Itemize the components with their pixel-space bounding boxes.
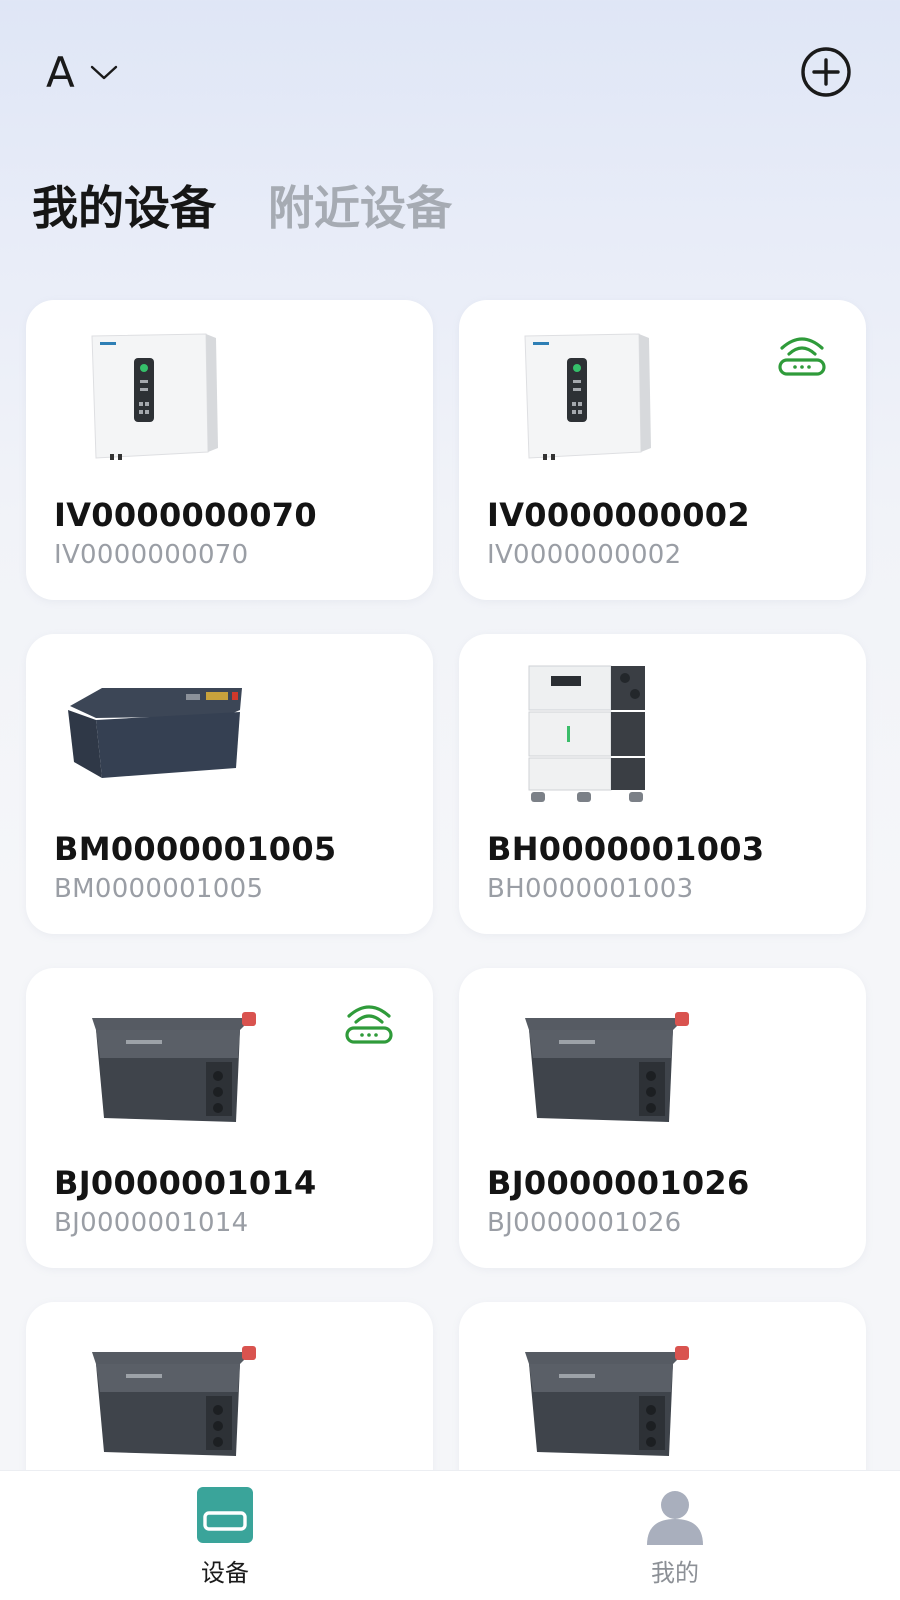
device-serial: IV0000000002 — [487, 540, 682, 570]
device-title: BJ0000001026 — [487, 1164, 750, 1202]
chevron-down-icon — [90, 65, 117, 80]
account-name: A — [46, 47, 75, 97]
device-serial: BH0000001003 — [487, 874, 694, 904]
nav-devices-label: 设备 — [201, 1559, 249, 1587]
device-title: IV0000000070 — [54, 496, 317, 534]
inverter-image — [91, 333, 218, 460]
device-icon — [197, 1487, 253, 1543]
device-tabs: 我的设备 附近设备 — [32, 178, 504, 238]
device-title: BJ0000001014 — [54, 1164, 317, 1202]
device-serial: BJ0000001014 — [54, 1208, 249, 1238]
power-station-image — [525, 1012, 689, 1122]
device-card[interactable]: BJ0000001026 BJ0000001026 — [459, 968, 866, 1268]
nav-mine[interactable]: 我的 — [575, 1471, 775, 1600]
device-card[interactable]: BM0000001005 BM0000001005 — [26, 634, 433, 934]
device-serial: BJ0000001026 — [487, 1208, 682, 1238]
device-serial: BM0000001005 — [54, 874, 264, 904]
power-station-image — [92, 1012, 256, 1122]
device-title: IV0000000002 — [487, 496, 750, 534]
device-card[interactable]: IV0000000002 IV0000000002 — [459, 300, 866, 600]
device-serial: IV0000000070 — [54, 540, 249, 570]
battery-module-image — [68, 688, 242, 778]
wifi-online-icon — [345, 1005, 393, 1044]
account-switcher[interactable]: A — [46, 44, 119, 100]
tab-my-devices[interactable]: 我的设备 — [32, 178, 216, 238]
top-bar: A — [0, 0, 900, 150]
device-title: BH0000001003 — [487, 830, 765, 868]
inverter-image — [524, 333, 651, 460]
battery-stack-image — [528, 665, 645, 802]
power-station-image — [525, 1346, 689, 1456]
tab-nearby-devices[interactable]: 附近设备 — [268, 178, 452, 238]
device-title: BM0000001005 — [54, 830, 337, 868]
user-icon — [647, 1491, 703, 1545]
nav-mine-label: 我的 — [651, 1559, 699, 1587]
nav-devices[interactable]: 设备 — [125, 1471, 325, 1600]
device-card[interactable]: BJ0000001014 BJ0000001014 — [26, 968, 433, 1268]
device-card[interactable]: BH0000001003 BH0000001003 — [459, 634, 866, 934]
wifi-online-icon — [778, 337, 826, 376]
power-station-image — [92, 1346, 256, 1456]
add-device-button[interactable] — [800, 46, 852, 98]
bottom-nav: 设备 我的 — [0, 1470, 900, 1600]
device-card[interactable]: IV0000000070 IV0000000070 — [26, 300, 433, 600]
